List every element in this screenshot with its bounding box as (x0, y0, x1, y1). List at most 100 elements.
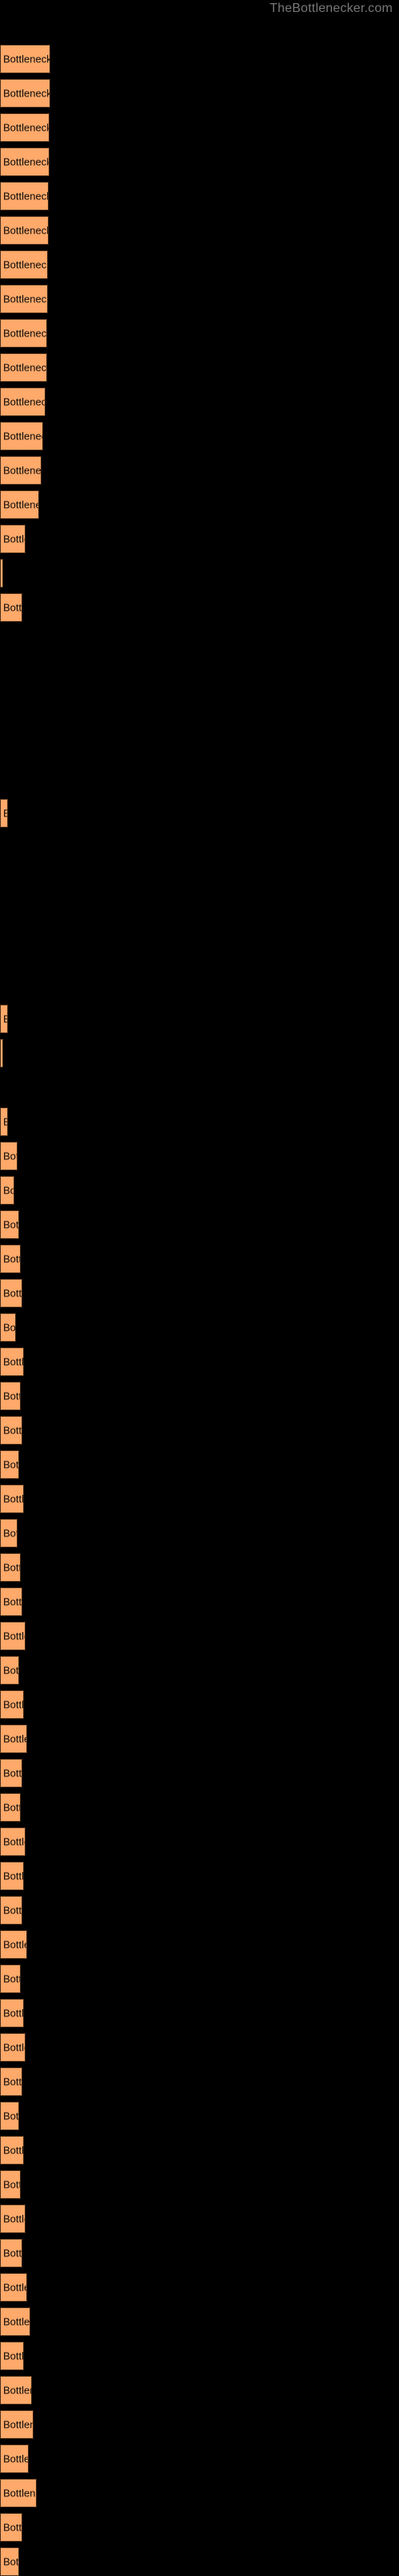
bar-label: Bottleneck result (3, 2041, 25, 2054)
bar-label: Bottleneck result (3, 601, 22, 614)
bar: Bottleneck result (0, 387, 45, 416)
bar-label: Bottleneck result (3, 155, 49, 168)
bar: Bottleneck result (0, 1450, 19, 1479)
bar: Bottleneck result (0, 525, 26, 553)
bar: Bottleneck result (0, 1656, 19, 1685)
bar-label: Bottleneck result (3, 430, 42, 442)
bar-label: Bottleneck result (3, 1014, 7, 1025)
bar: Bottleneck result (0, 1176, 14, 1205)
bar: Bottleneck result (0, 593, 22, 622)
bar-label: Bottleneck result (3, 293, 48, 305)
bar: Bottleneck result (0, 1964, 21, 1993)
bar: Bottleneck result (0, 1142, 18, 1170)
bar: Bottleneck result (0, 1519, 18, 1548)
bar-label: Bottleneck result (3, 190, 49, 203)
bar-label: Bottleneck result (3, 1458, 19, 1471)
bar: Bottleneck result (0, 1587, 22, 1616)
bar: Bottleneck result (0, 2239, 22, 2267)
bar: Bottleneck result (0, 2444, 29, 2473)
bar-label: Bottleneck result (3, 1870, 24, 1882)
bar: Bottleneck result (0, 353, 47, 382)
bar: Bottleneck result (0, 216, 49, 245)
bar-label: Bottleneck result (3, 2315, 30, 2328)
bar-label: Bottleneck result (3, 1698, 24, 1711)
bar-label: Bottleneck result (3, 327, 47, 340)
bar: Bottleneck result (0, 490, 39, 519)
bar-label: Bottleneck result (3, 2350, 24, 2362)
bar-label: Bottleneck result (3, 1424, 22, 1437)
bar-label: Bottleneck result (3, 1527, 17, 1540)
bar: Bottleneck result (0, 1210, 19, 1239)
bar-label: Bottleneck result (3, 224, 49, 237)
bar: Bottleneck result (0, 799, 8, 828)
bar: Bottleneck result (0, 1896, 22, 1925)
bar-label: Bottleneck result (3, 1355, 24, 1368)
bar: Bottleneck result (0, 250, 48, 279)
bar: Bottleneck result (0, 1999, 24, 2027)
bar: Bottleneck result (0, 113, 49, 142)
bar: Bottleneck result (0, 456, 41, 485)
bar: Bottleneck result (0, 1485, 24, 1513)
bar-label: Bottleneck result (3, 2075, 22, 2088)
bar: Bottleneck result (0, 1416, 22, 1445)
bar: Bottleneck result (0, 1039, 3, 1068)
bar-label: Bottleneck result (3, 1390, 20, 1402)
bar-label: Bottleneck result (3, 53, 50, 65)
bar-label: Bottleneck result (3, 2144, 24, 2157)
bar: Bottleneck result (0, 1793, 21, 1822)
bar: Bottleneck result (0, 2307, 30, 2336)
bar-label: Bottleneck result (3, 1972, 20, 1985)
bar: Bottleneck result (0, 2410, 34, 2439)
bar: Bottleneck result (0, 1622, 26, 1650)
bar: Bottleneck result (0, 1245, 21, 1273)
bar: Bottleneck result (0, 1690, 24, 1719)
bar: Bottleneck result (0, 2136, 24, 2165)
bar: Bottleneck result (0, 1382, 21, 1410)
bar-label: Bottleneck result (3, 2178, 20, 2191)
bar: Bottleneck result (0, 559, 3, 588)
bar: Bottleneck result (0, 79, 50, 108)
watermark-title: TheBottlenecker.com (269, 2, 393, 15)
bar-label: Bottleneck result (3, 1835, 25, 1848)
bar-label: Bottleneck result (3, 533, 25, 545)
bar-label: Bottleneck result (3, 1630, 25, 1642)
bar-label: Bottleneck result (3, 121, 49, 134)
bar: Bottleneck result (0, 2342, 24, 2370)
bar: Bottleneck result (0, 285, 48, 313)
bar: Bottleneck result (0, 2170, 21, 2199)
bar-label: Bottleneck result (3, 2452, 28, 2465)
bar-label: Bottleneck result (3, 2281, 26, 2294)
bar: Bottleneck result (0, 1005, 8, 1033)
bar-label: Bottleneck result (3, 1732, 26, 1745)
bar: Bottleneck result (0, 2479, 37, 2507)
bar-label: Bottleneck result (3, 1561, 20, 1574)
bar-label: Bottleneck result (3, 1150, 17, 1162)
bar: Bottleneck result (0, 1553, 21, 1582)
bar-label: Bottleneck result (3, 2487, 36, 2499)
bar: Bottleneck result (0, 182, 49, 210)
bar-label: Bottleneck result (3, 87, 50, 100)
bar: Bottleneck result (0, 1107, 8, 1136)
bar-label: Bottleneck result (3, 1938, 26, 1951)
bar: Bottleneck result (0, 1759, 22, 1787)
bar-label: Bottleneck result (3, 395, 45, 408)
bar-label: Bottleneck result (3, 1767, 22, 1780)
bar-label: Bottleneck result (3, 2247, 22, 2259)
bar-label: Bottleneck result (3, 464, 41, 477)
bar-label: Bottleneck result (3, 2007, 24, 2020)
bar-label: Bottleneck result (3, 2212, 25, 2225)
bar: Bottleneck result (0, 45, 50, 73)
bar-label: Bottleneck result (3, 2521, 22, 2534)
bar: Bottleneck result (0, 1862, 24, 1890)
bar: Bottleneck result (0, 2204, 26, 2233)
bar-label: Bottleneck result (3, 1117, 7, 1127)
bar: Bottleneck result (0, 2376, 32, 2405)
bar: Bottleneck result (0, 2273, 27, 2302)
bar-label: Bottleneck result (3, 258, 48, 271)
bar: Bottleneck result (0, 1279, 22, 1308)
bar: Bottleneck result (0, 1313, 16, 1342)
bar-label: Bottleneck result (3, 1904, 22, 1917)
bar-label: Bottleneck result (3, 1493, 24, 1505)
bar-label: Bottleneck result (3, 1595, 22, 1608)
bar-label: Bottleneck result (3, 361, 47, 374)
